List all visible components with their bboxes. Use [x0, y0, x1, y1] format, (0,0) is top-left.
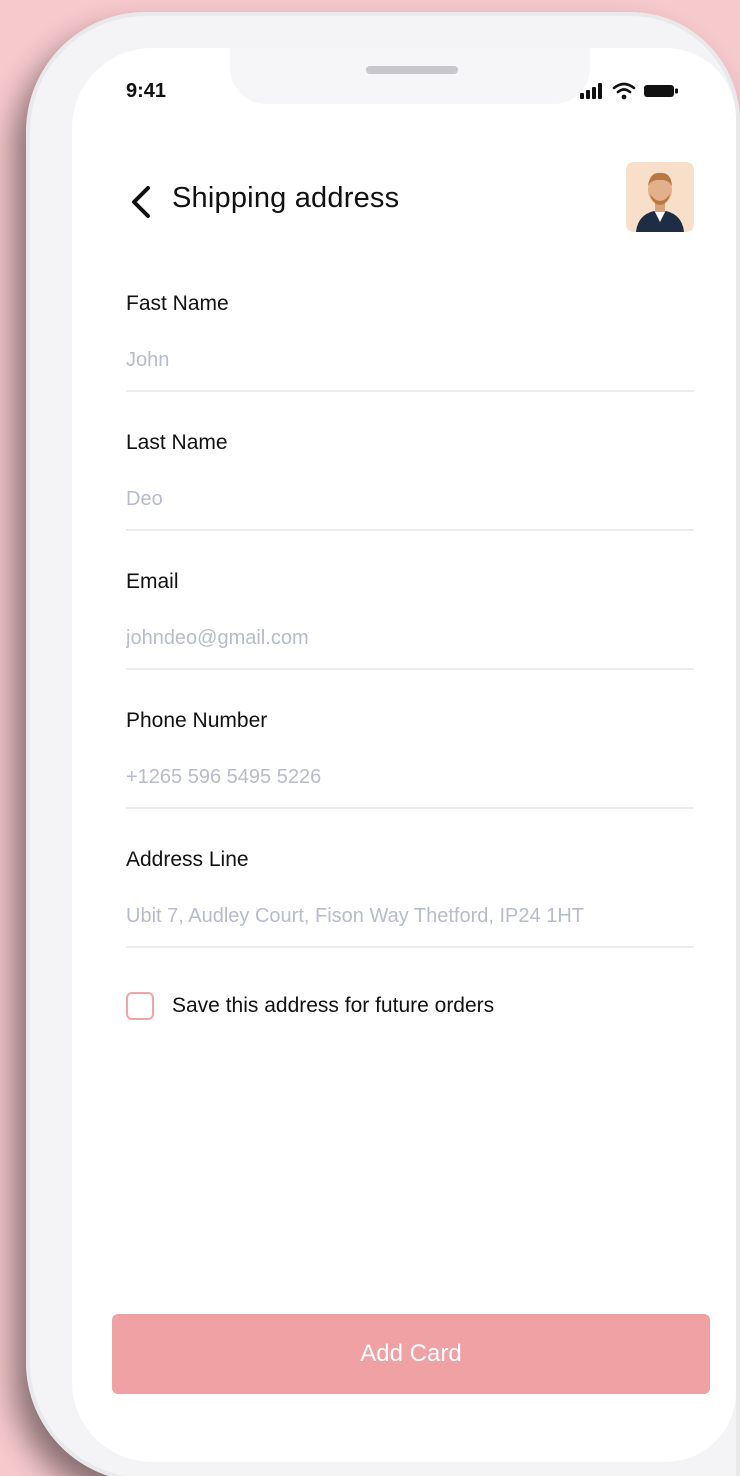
last-name-input[interactable] [126, 481, 694, 517]
add-card-button[interactable]: Add Card [112, 1314, 710, 1394]
divider [126, 946, 694, 948]
address-line-label: Address Line [126, 848, 249, 871]
phone-number-label: Phone Number [126, 709, 268, 732]
address-line-field: Address Line [126, 848, 694, 968]
wifi-icon [612, 82, 636, 100]
app-screen: 9:41 Shipping address Fast Name John Las… [72, 48, 736, 1462]
first-name-field: Fast Name [126, 292, 694, 412]
save-address-checkbox[interactable] [126, 992, 154, 1020]
divider [126, 390, 694, 392]
email-field: Email [126, 570, 694, 690]
back-button[interactable] [126, 184, 156, 220]
last-name-label: Last Name [126, 431, 228, 454]
signal-icon [580, 83, 602, 99]
address-line-input[interactable] [126, 898, 694, 934]
divider [126, 807, 694, 809]
save-address-label: Save this address for future orders [172, 994, 495, 1017]
phone-frame: 9:41 Shipping address Fast Name John Las… [26, 12, 740, 1476]
battery-icon [644, 85, 678, 97]
first-name-input[interactable] [126, 342, 694, 378]
email-label: Email [126, 570, 179, 593]
status-icons [580, 82, 680, 100]
chevron-left-icon [132, 186, 150, 218]
divider [126, 668, 694, 670]
person-avatar-icon [626, 162, 694, 232]
divider [126, 529, 694, 531]
phone-number-field: Phone Number [126, 709, 694, 829]
email-input[interactable] [126, 620, 694, 656]
save-address-option[interactable]: Save this address for future orders [126, 992, 494, 1020]
status-time: 9:41 [126, 80, 167, 102]
first-name-label: Fast Name [126, 292, 229, 315]
phone-number-input[interactable] [126, 759, 694, 795]
speaker-bar [366, 66, 458, 74]
page-title: Shipping address [172, 182, 400, 214]
last-name-field: Last Name [126, 431, 694, 551]
user-avatar[interactable] [626, 162, 694, 232]
notch [230, 48, 590, 104]
